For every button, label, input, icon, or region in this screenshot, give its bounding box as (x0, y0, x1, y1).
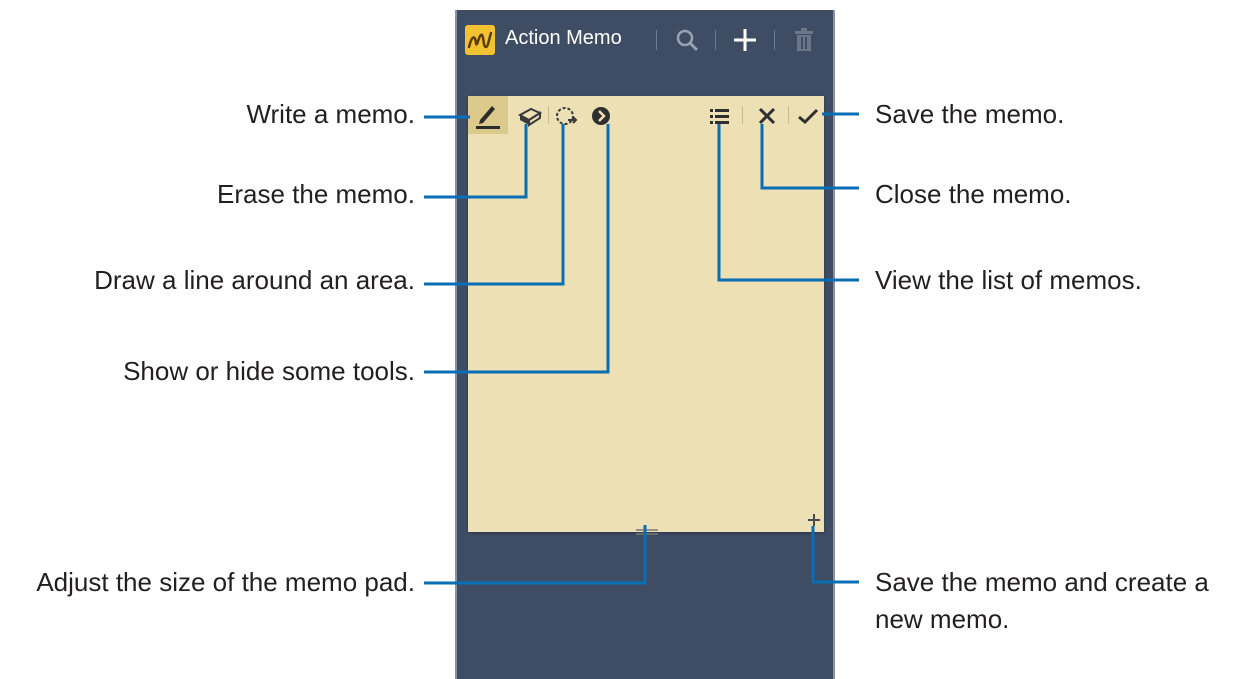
callout-erase-memo: Erase the memo. (217, 179, 415, 209)
action-bar-separator (774, 30, 775, 50)
toolbar-separator (742, 106, 743, 124)
close-icon[interactable] (751, 100, 783, 132)
search-icon[interactable] (670, 23, 704, 57)
add-icon[interactable] (728, 23, 762, 57)
callout-save-new-line2: new memo. (875, 604, 1010, 634)
memo-pad[interactable] (468, 96, 824, 535)
callout-write-memo: Write a memo. (246, 99, 415, 129)
action-bar: Action Memo (457, 10, 833, 68)
callout-adjust-size: Adjust the size of the memo pad. (36, 567, 415, 597)
callout-view-list: View the list of memos. (875, 265, 1142, 295)
corner-plus-icon[interactable] (806, 512, 822, 528)
action-bar-separator (656, 30, 657, 50)
list-icon[interactable] (704, 100, 736, 132)
lasso-icon[interactable] (550, 100, 582, 132)
resize-handle-icon[interactable] (636, 524, 658, 535)
callout-toggle-tools: Show or hide some tools. (123, 356, 415, 386)
eraser-icon[interactable] (514, 100, 546, 132)
callout-lasso: Draw a line around an area. (94, 265, 415, 295)
expand-tools-icon[interactable] (585, 100, 617, 132)
delete-icon[interactable] (787, 23, 821, 57)
checkmark-icon[interactable] (792, 100, 824, 132)
phone-screen: Action Memo (455, 10, 835, 679)
pen-icon[interactable] (468, 96, 508, 134)
callout-save-memo: Save the memo. (875, 99, 1065, 129)
toolbar-separator (788, 106, 789, 124)
action-memo-app-icon[interactable] (465, 25, 495, 55)
callout-close-memo: Close the memo. (875, 179, 1072, 209)
toolbar-separator (548, 106, 549, 124)
app-title: Action Memo (505, 27, 622, 49)
callout-save-new-line1: Save the memo and create a (875, 567, 1209, 597)
action-bar-separator (715, 30, 716, 50)
